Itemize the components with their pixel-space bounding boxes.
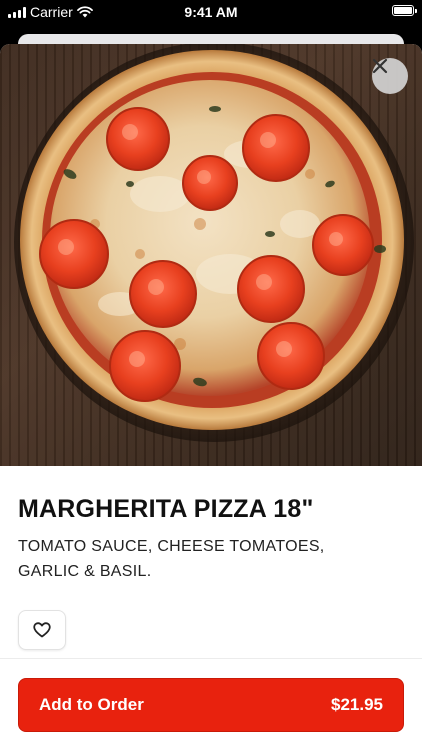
close-icon: [372, 58, 388, 74]
favorite-button[interactable]: [18, 610, 66, 650]
divider: [0, 658, 422, 659]
item-title: MARGHERITA PIZZA 18": [18, 495, 314, 523]
item-detail-sheet: MARGHERITA PIZZA 18" TOMATO SAUCE, CHEES…: [0, 44, 422, 750]
status-bar: Carrier 9:41 AM: [0, 0, 422, 26]
pizza-image: [14, 44, 414, 442]
add-to-order-button[interactable]: Add to Order $21.95: [18, 678, 404, 732]
add-to-order-label: Add to Order: [39, 695, 144, 714]
status-time: 9:41 AM: [184, 4, 238, 20]
price-label: $21.95: [331, 695, 383, 714]
item-details: MARGHERITA PIZZA 18" TOMATO SAUCE, CHEES…: [18, 492, 404, 584]
screen: Carrier 9:41 AM MARGHERITA PIZZA 18" TOM…: [0, 0, 422, 750]
item-description: TOMATO SAUCE, CHEESE TOMATOES, GARLIC & …: [18, 538, 325, 580]
item-photo: [0, 44, 422, 466]
heart-outline-icon: [33, 622, 51, 638]
close-button[interactable]: [372, 58, 408, 94]
battery-icon: [392, 5, 417, 16]
